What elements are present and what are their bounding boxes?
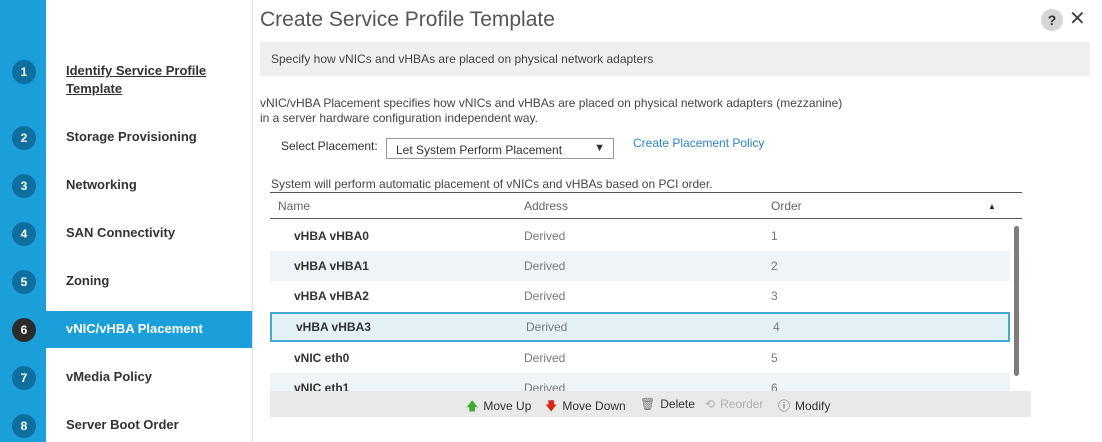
table-row-selected[interactable]: vHBA vHBA3 Derived 4 bbox=[270, 312, 1010, 342]
row-name: vHBA vHBA1 bbox=[294, 259, 369, 273]
step-server-boot-order[interactable]: Server Boot Order bbox=[66, 416, 179, 434]
trash-icon: 🗑 bbox=[640, 397, 656, 411]
row-address: Derived bbox=[524, 229, 566, 243]
dropdown-arrow-icon: ▼ bbox=[594, 142, 605, 154]
move-up-button[interactable]: 🡅 Move Up bbox=[466, 397, 531, 418]
table-row[interactable]: vNIC eth1 Derived 6 bbox=[270, 373, 1010, 391]
arrow-down-icon: 🡇 bbox=[545, 399, 558, 413]
arrow-up-icon: 🡅 bbox=[466, 399, 479, 413]
modify-label: Modify bbox=[795, 399, 831, 413]
move-down-button[interactable]: 🡇 Move Down bbox=[545, 397, 626, 418]
placement-dropdown[interactable]: Let System Perform Placement ▼ bbox=[386, 138, 614, 159]
table-row[interactable]: vNIC eth0 Derived 5 bbox=[270, 343, 1010, 373]
delete-label: Delete bbox=[660, 397, 695, 411]
step-label-line1: Identify Service Profile bbox=[66, 63, 207, 78]
close-icon[interactable]: ✕ bbox=[1069, 6, 1086, 31]
row-order: 3 bbox=[771, 289, 778, 303]
create-placement-policy-link[interactable]: Create Placement Policy bbox=[633, 136, 764, 150]
step-label-line2: Template bbox=[66, 81, 123, 96]
table-top-divider bbox=[270, 192, 1022, 193]
move-down-label: Move Down bbox=[562, 399, 626, 413]
row-name: vHBA vHBA0 bbox=[294, 229, 369, 243]
row-order: 5 bbox=[771, 351, 778, 365]
row-address: Derived bbox=[526, 320, 568, 334]
row-order: 4 bbox=[773, 320, 780, 334]
step-vmedia-policy[interactable]: vMedia Policy bbox=[66, 368, 152, 386]
reorder-label: Reorder bbox=[720, 397, 764, 411]
row-order: 1 bbox=[771, 229, 778, 243]
sort-ascending-icon[interactable]: ▲ bbox=[988, 202, 996, 211]
table-scrollbar[interactable] bbox=[1014, 226, 1019, 376]
column-header-order[interactable]: Order bbox=[771, 199, 802, 213]
row-name: vHBA vHBA3 bbox=[296, 320, 371, 334]
step-number-2[interactable]: 2 bbox=[12, 126, 36, 150]
help-button[interactable]: ? bbox=[1041, 9, 1063, 31]
step-number-5[interactable]: 5 bbox=[12, 270, 36, 294]
step-identify-template[interactable]: Identify Service Profile Template bbox=[66, 62, 206, 98]
reorder-button[interactable]: ⟲ Reorder bbox=[705, 397, 763, 411]
select-placement-label: Select Placement: bbox=[281, 139, 378, 153]
row-address: Derived bbox=[524, 289, 566, 303]
row-name: vHBA vHBA2 bbox=[294, 289, 369, 303]
row-address: Derived bbox=[524, 381, 566, 391]
column-header-address[interactable]: Address bbox=[524, 199, 568, 213]
step-number-4[interactable]: 4 bbox=[12, 222, 36, 246]
table-toolbar: 🡅 Move Up 🡇 Move Down 🗑 Delete ⟲ Reorder ⓘ Mo… bbox=[270, 391, 1031, 417]
description-line2: in a server hardware configuration indep… bbox=[260, 111, 538, 125]
table-row[interactable]: vHBA vHBA1 Derived 2 bbox=[270, 251, 1010, 281]
step-networking[interactable]: Networking bbox=[66, 176, 137, 194]
column-header-name[interactable]: Name bbox=[278, 199, 310, 213]
step-number-6[interactable]: 6 bbox=[12, 318, 36, 342]
modify-button[interactable]: ⓘ Modify bbox=[778, 397, 830, 414]
row-name: vNIC eth0 bbox=[294, 351, 350, 365]
step-vnic-vhba-placement[interactable]: vNIC/vHBA Placement bbox=[66, 320, 203, 338]
table-row[interactable]: vHBA vHBA0 Derived 1 bbox=[270, 221, 1010, 251]
table-header-divider bbox=[270, 218, 1022, 219]
reorder-icon: ⟲ bbox=[705, 397, 716, 411]
step-zoning[interactable]: Zoning bbox=[66, 272, 109, 290]
row-order: 2 bbox=[771, 259, 778, 273]
placement-selected-value: Let System Perform Placement bbox=[396, 143, 563, 157]
table-row[interactable]: vHBA vHBA2 Derived 3 bbox=[270, 281, 1010, 311]
step-number-3[interactable]: 3 bbox=[12, 174, 36, 198]
description-line1: vNIC/vHBA Placement specifies how vNICs … bbox=[260, 96, 843, 110]
placement-description: vNIC/vHBA Placement specifies how vNICs … bbox=[260, 96, 880, 126]
step-number-1[interactable]: 1 bbox=[12, 60, 36, 84]
step-san-connectivity[interactable]: SAN Connectivity bbox=[66, 224, 175, 242]
row-address: Derived bbox=[524, 351, 566, 365]
info-icon: ⓘ bbox=[778, 399, 791, 413]
step-number-8[interactable]: 8 bbox=[12, 414, 36, 438]
info-banner: Specify how vNICs and vHBAs are placed o… bbox=[260, 42, 1090, 76]
delete-button[interactable]: 🗑 Delete bbox=[640, 397, 695, 411]
step-storage-provisioning[interactable]: Storage Provisioning bbox=[66, 128, 197, 146]
row-name: vNIC eth1 bbox=[294, 381, 350, 391]
dialog-title: Create Service Profile Template bbox=[260, 8, 555, 31]
row-order: 6 bbox=[771, 381, 778, 391]
placement-note: System will perform automatic placement … bbox=[271, 177, 713, 191]
step-number-7[interactable]: 7 bbox=[12, 366, 36, 390]
move-up-label: Move Up bbox=[483, 399, 532, 413]
row-address: Derived bbox=[524, 259, 566, 273]
info-text: Specify how vNICs and vHBAs are placed o… bbox=[271, 52, 654, 66]
